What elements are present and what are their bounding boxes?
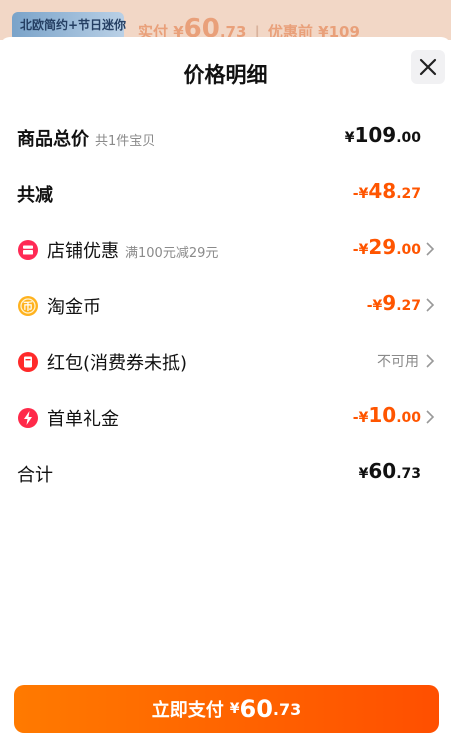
pay-amount-int: 60 [239, 695, 273, 723]
sum-value: ¥60.73 [358, 459, 421, 483]
red-packet-label: 红包(消费券未抵) [47, 353, 188, 374]
first-order-label: 首单礼金 [47, 409, 119, 430]
row-total: 商品总价 共1件宝贝 ¥109.00 [0, 117, 451, 157]
backdrop: 北欧简约+节日迷你 实付 ¥60.73 | 优惠前 ¥109 [0, 0, 451, 40]
close-icon [419, 58, 437, 76]
lightning-icon [17, 407, 39, 429]
discount-value: -¥48.27 [352, 179, 421, 203]
pay-now-label: 立即支付 [151, 700, 224, 721]
row-red-packet[interactable]: 红包(消费券未抵) 不可用 [0, 341, 451, 381]
row-sum: 合计 ¥60.73 [0, 453, 451, 493]
coin-value: -¥9.27 [366, 291, 421, 315]
chevron-right-icon [426, 410, 435, 424]
pay-now-button[interactable]: 立即支付 ¥60.73 [14, 685, 439, 733]
shop-discount-sub: 满100元减29元 [125, 246, 219, 261]
sheet-title: 价格明细 [183, 63, 268, 87]
row-first-order[interactable]: 首单礼金 -¥10.00 [0, 397, 451, 437]
shop-coupon-icon [17, 239, 39, 261]
row-coin[interactable]: 币 淘金币 -¥9.27 [0, 285, 451, 325]
chevron-right-icon [426, 298, 435, 312]
close-button[interactable] [411, 50, 445, 84]
pay-amount-dec: .73 [272, 699, 302, 719]
total-sub: 共1件宝贝 [95, 134, 156, 149]
discount-label: 共减 [17, 185, 53, 206]
shop-discount-value: -¥29.00 [352, 235, 421, 259]
sum-label: 合计 [17, 465, 53, 486]
red-packet-icon [17, 351, 39, 373]
total-label: 商品总价 [17, 129, 89, 150]
shop-discount-label: 店铺优惠 [47, 241, 119, 262]
thumbnail-text: 北欧简约+节日迷你 [20, 18, 127, 32]
chevron-right-icon [426, 242, 435, 256]
row-shop-discount[interactable]: 店铺优惠 满100元减29元 -¥29.00 [0, 229, 451, 269]
pay-currency: ¥ [229, 701, 240, 717]
chevron-right-icon [426, 354, 435, 368]
coin-label: 淘金币 [47, 297, 101, 318]
row-discount: 共减 -¥48.27 [0, 173, 451, 213]
price-detail-sheet: 价格明细 商品总价 共1件宝贝 ¥109.00 共减 -¥48.27 店铺优惠 … [0, 37, 451, 746]
red-packet-status: 不可用 [377, 354, 419, 370]
svg-text:币: 币 [23, 301, 33, 313]
coin-icon: 币 [17, 295, 39, 317]
first-order-value: -¥10.00 [352, 403, 421, 427]
product-thumbnail: 北欧简约+节日迷你 [12, 12, 127, 40]
total-value: ¥109.00 [344, 123, 421, 147]
